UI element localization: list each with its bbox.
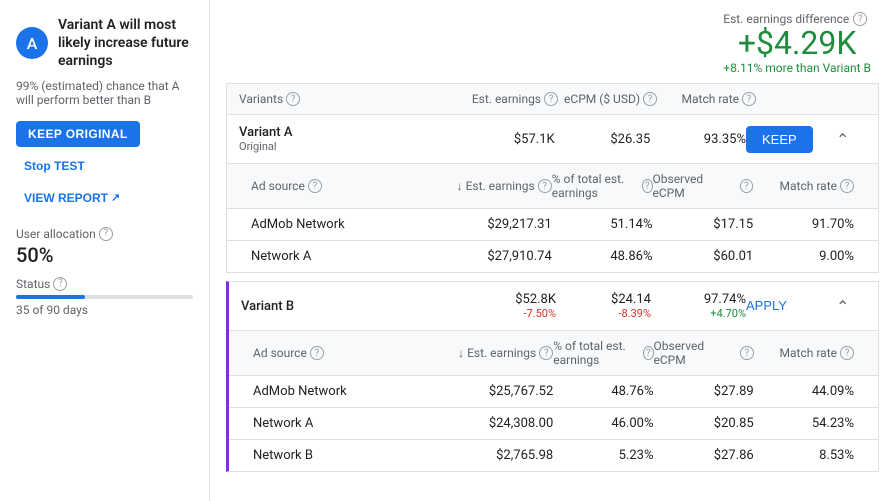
est-diff-sub: +8.11% more than Variant B xyxy=(723,61,871,75)
avatar: A xyxy=(16,27,48,59)
sub-a-est-help-icon[interactable]: ? xyxy=(538,179,552,193)
variant-b-ecpm-delta: -8.39% xyxy=(556,307,651,320)
variant-b-row: Variant B $52.8K -7.50% $24.14 -8.39% 97… xyxy=(226,281,879,472)
status-progress-bar xyxy=(16,295,193,299)
table-row: Network A $27,910.74 48.86% $60.01 9.00% xyxy=(227,241,878,272)
variant-a-earnings: $57.1K xyxy=(459,132,555,147)
est-earnings-panel: Est. earnings difference ? +$4.29K +8.11… xyxy=(210,0,895,83)
status-progress-fill xyxy=(16,295,85,299)
variant-b-sub-header: Ad source ? ↓ Est. earnings ? % of total… xyxy=(229,331,878,376)
variant-b-ecpm: $24.14 -8.39% xyxy=(556,292,651,320)
table-row: Network B $2,765.98 5.23% $27.86 8.53% xyxy=(229,440,878,471)
variants-table-header: Variants ? Est. earnings ? eCPM ($ USD) … xyxy=(226,83,879,114)
sidebar-header: A Variant A will most likely increase fu… xyxy=(16,16,193,71)
subtitle: 99% (estimated) chance that A will perfo… xyxy=(16,79,193,107)
table-row: AdMob Network $25,767.52 48.76% $27.89 4… xyxy=(229,376,878,408)
action-buttons: KEEP ORIGINAL Stop TEST VIEW REPORT ↗ xyxy=(16,121,193,211)
variants-section: Variants ? Est. earnings ? eCPM ($ USD) … xyxy=(210,83,895,472)
sidebar: A Variant A will most likely increase fu… xyxy=(0,0,210,501)
keep-original-button[interactable]: KEEP ORIGINAL xyxy=(16,121,140,147)
variant-a-main: Variant A Original $57.1K $26.35 93.35% … xyxy=(227,115,878,163)
variant-a-ecpm: $26.35 xyxy=(555,132,651,147)
external-link-icon: ↗ xyxy=(111,191,120,204)
variant-b-sub-table: Ad source ? ↓ Est. earnings ? % of total… xyxy=(229,330,878,471)
variant-a-name: Variant A xyxy=(239,125,459,140)
sub-b-match-help-icon[interactable]: ? xyxy=(840,346,854,360)
sub-b-est-help-icon[interactable]: ? xyxy=(539,346,553,360)
sub-a-match-help-icon[interactable]: ? xyxy=(840,179,854,193)
table-row: AdMob Network $29,217.31 51.14% $17.15 9… xyxy=(227,209,878,241)
est-diff-panel: Est. earnings difference ? +$4.29K +8.11… xyxy=(723,12,871,75)
variant-b-earnings: $52.8K -7.50% xyxy=(461,292,556,320)
variant-b-earnings-delta: -7.50% xyxy=(461,307,556,320)
user-allocation-row: User allocation ? 50% xyxy=(16,227,193,267)
status-help-icon[interactable]: ? xyxy=(53,277,67,291)
sub-a-pct-help-icon[interactable]: ? xyxy=(642,179,653,193)
sub-a-ecpm-help-icon[interactable]: ? xyxy=(740,179,754,193)
ecpm-help-icon[interactable]: ? xyxy=(643,92,657,106)
main-title: Variant A will most likely increase futu… xyxy=(58,16,193,71)
table-row: Network A $24,308.00 46.00% $20.85 54.23… xyxy=(229,408,878,440)
variant-a-match-rate: 93.35% xyxy=(650,132,746,147)
ad-source-b-help-icon[interactable]: ? xyxy=(310,346,324,360)
match-rate-help-icon[interactable]: ? xyxy=(742,92,756,106)
user-allocation-help-icon[interactable]: ? xyxy=(99,227,113,241)
view-report-button[interactable]: VIEW REPORT ↗ xyxy=(16,185,128,211)
status-row: Status ? 35 of 90 days xyxy=(16,277,193,317)
variant-b-match-rate: 97.74% +4.70% xyxy=(651,292,746,320)
variant-b-match-delta: +4.70% xyxy=(651,307,746,320)
variant-a-keep-button[interactable]: KEEP xyxy=(746,126,813,153)
variant-b-chevron[interactable]: ⌃ xyxy=(836,297,866,316)
variant-a-sub-header: Ad source ? ↓ Est. earnings ? % of total… xyxy=(227,164,878,209)
variant-b-main: Variant B $52.8K -7.50% $24.14 -8.39% 97… xyxy=(229,282,878,330)
main-content: Est. earnings difference ? +$4.29K +8.11… xyxy=(210,0,895,501)
variants-help-icon[interactable]: ? xyxy=(286,92,300,106)
variant-b-name: Variant B xyxy=(241,299,461,314)
variant-a-row: Variant A Original $57.1K $26.35 93.35% … xyxy=(226,114,879,273)
user-allocation-value: 50% xyxy=(16,243,193,267)
variant-a-chevron[interactable]: ⌃ xyxy=(836,130,866,149)
days-text: 35 of 90 days xyxy=(16,303,193,317)
sub-b-ecpm-help-icon[interactable]: ? xyxy=(740,346,754,360)
variant-a-tag: Original xyxy=(239,140,459,153)
sub-b-pct-help-icon[interactable]: ? xyxy=(643,346,654,360)
ad-source-a-help-icon[interactable]: ? xyxy=(308,179,322,193)
est-diff-value: +$4.29K xyxy=(723,26,871,61)
variant-b-apply-button[interactable]: APPLY xyxy=(746,298,787,313)
stop-test-button[interactable]: Stop TEST xyxy=(16,153,93,179)
est-earnings-help-icon[interactable]: ? xyxy=(544,92,558,106)
variant-a-sub-table: Ad source ? ↓ Est. earnings ? % of total… xyxy=(227,163,878,272)
